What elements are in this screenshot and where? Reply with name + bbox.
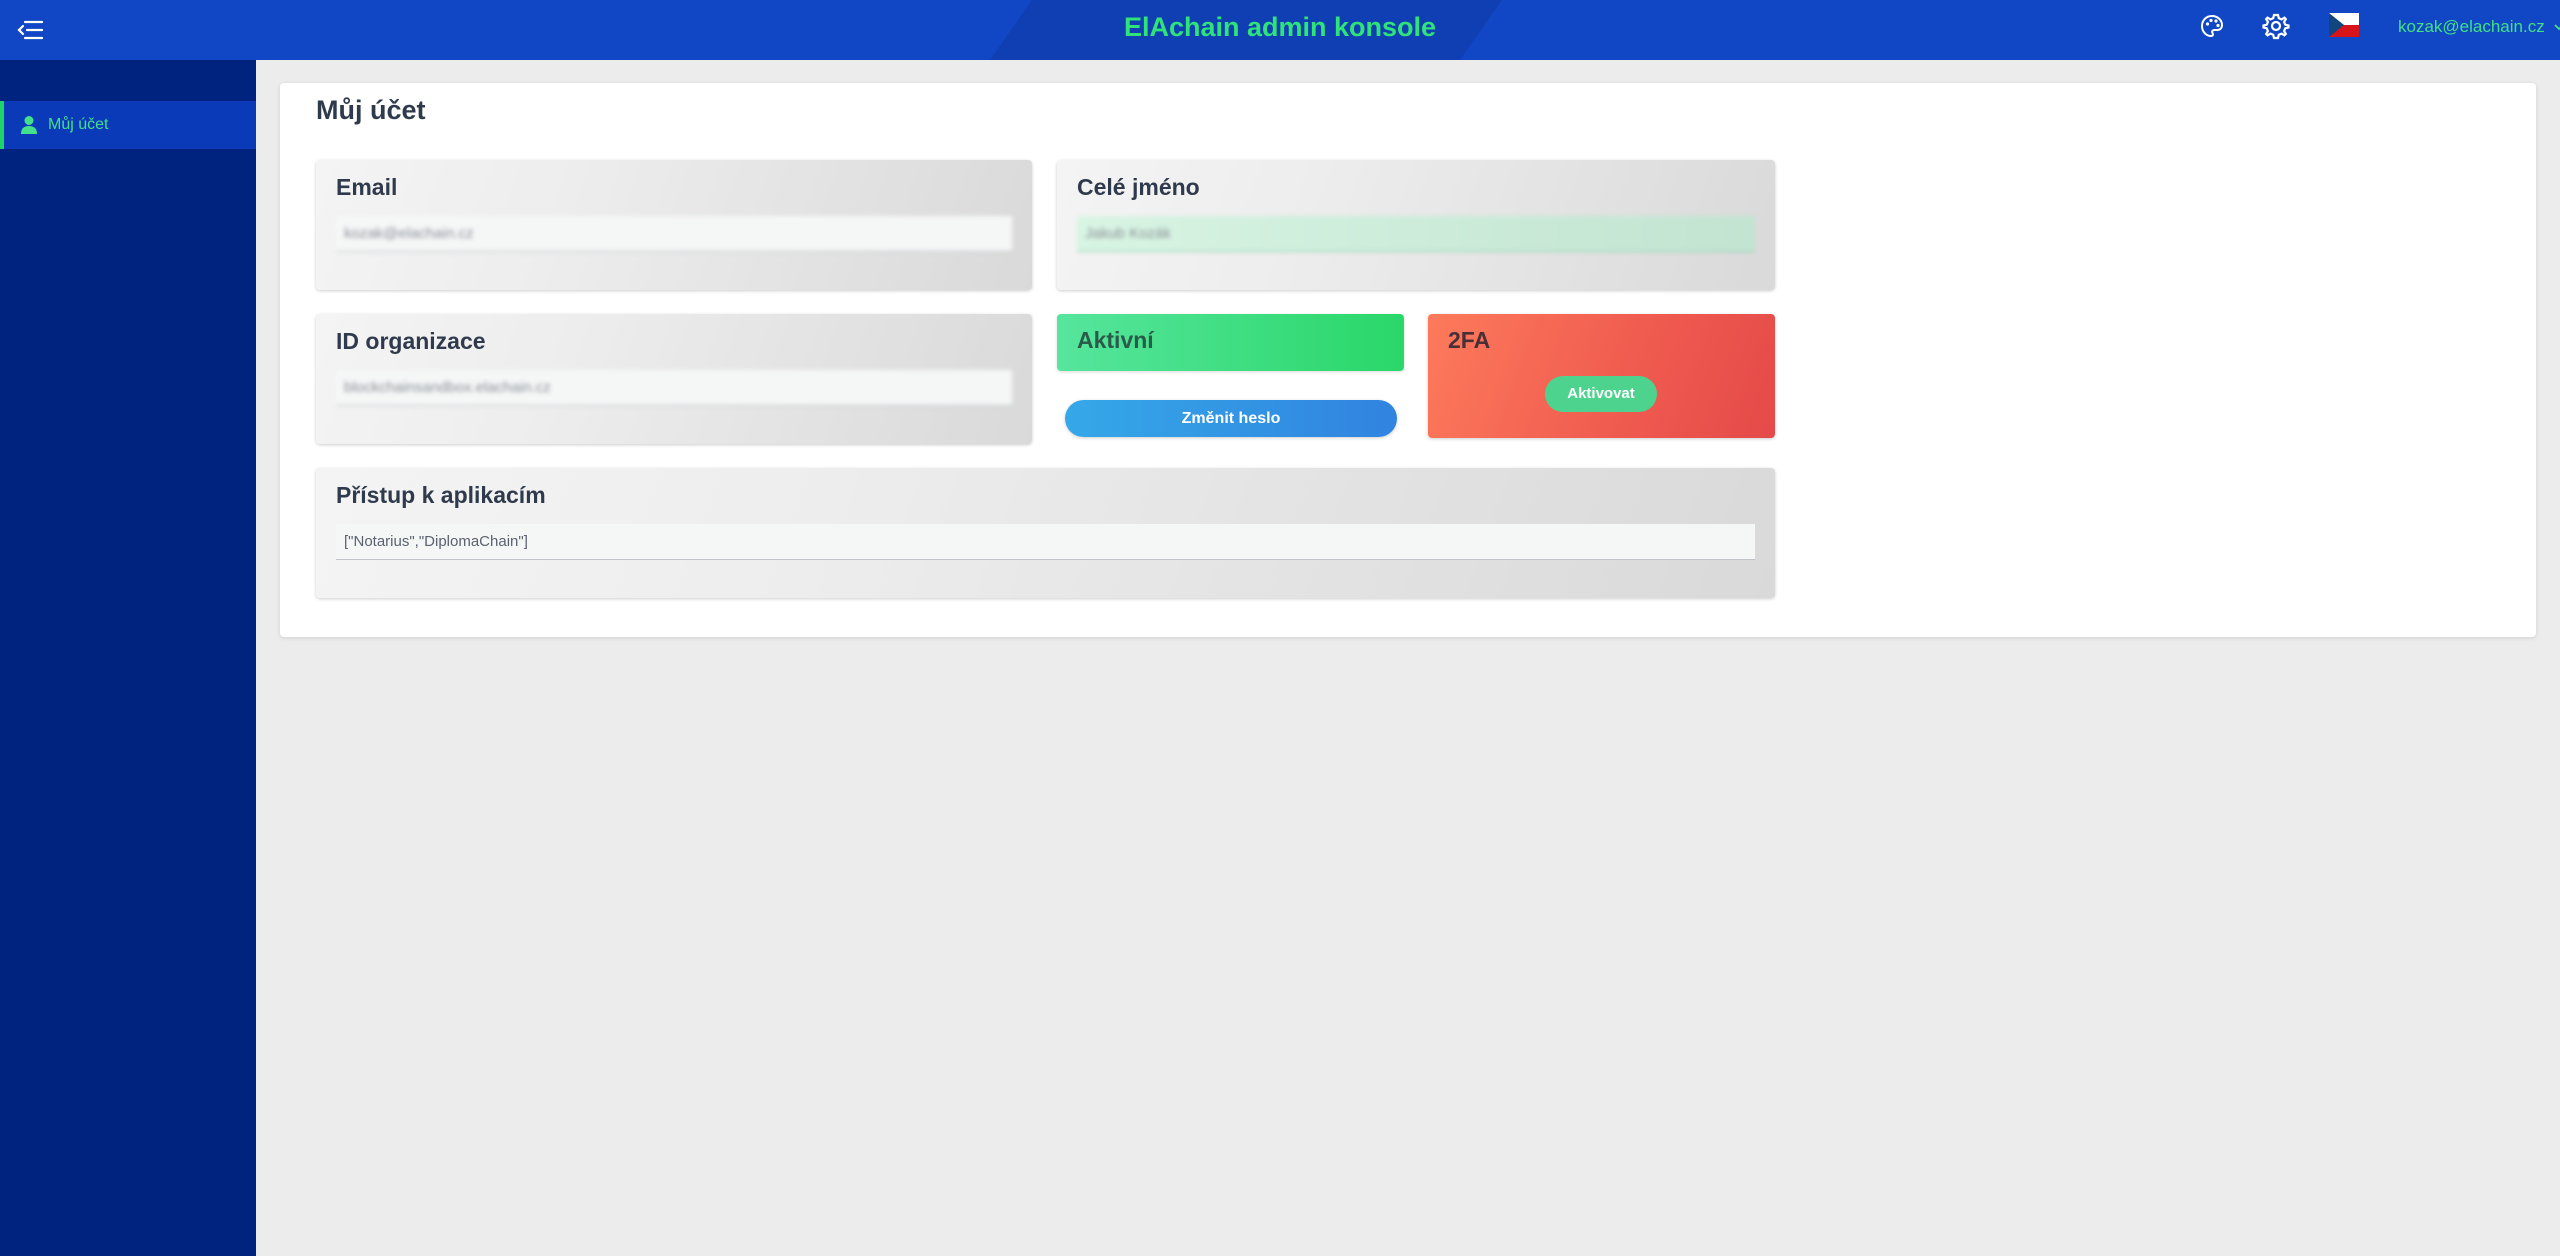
sidebar: Můj účet xyxy=(0,60,256,1256)
activate-2fa-button[interactable]: Aktivovat xyxy=(1545,376,1657,412)
change-password-button[interactable]: Změnit heslo xyxy=(1065,400,1397,437)
org-id-label: ID organizace xyxy=(336,328,486,354)
email-label: Email xyxy=(336,174,398,200)
menu-toggle-icon[interactable] xyxy=(14,13,48,47)
sidebar-item-label: Můj účet xyxy=(48,116,109,133)
full-name-label: Celé jméno xyxy=(1077,174,1200,200)
account-panel: Můj účet Email kozak@elachain.cz Celé jm… xyxy=(280,83,2536,637)
palette-icon[interactable] xyxy=(2197,11,2227,41)
user-email: kozak@elachain.cz xyxy=(2398,17,2545,36)
chevron-down-icon xyxy=(2553,15,2560,41)
header-decoration xyxy=(990,0,1510,60)
email-card: Email kozak@elachain.cz xyxy=(316,160,1032,290)
org-id-field[interactable]: blockchainsandbox.elachain.cz xyxy=(336,370,1012,406)
active-status-label: Aktivní xyxy=(1077,327,1154,353)
app-access-field[interactable]: ["Notarius","DiplomaChain"] xyxy=(336,524,1755,560)
user-icon xyxy=(20,115,38,135)
gear-icon[interactable] xyxy=(2261,11,2291,41)
full-name-field[interactable]: Jakub Kozák xyxy=(1077,216,1755,252)
sidebar-item-my-account[interactable]: Můj účet xyxy=(0,101,256,149)
app-access-card: Přístup k aplikacím ["Notarius","Diploma… xyxy=(316,468,1775,598)
czech-flag-icon[interactable] xyxy=(2329,13,2359,37)
top-bar: ElAchain admin konsole kozak@elachain.cz xyxy=(0,0,2560,60)
active-status-card: Aktivní xyxy=(1057,314,1404,371)
page-title: Můj účet xyxy=(316,95,426,125)
full-name-card: Celé jméno Jakub Kozák xyxy=(1057,160,1775,290)
twofa-label: 2FA xyxy=(1448,327,1491,353)
user-menu[interactable]: kozak@elachain.cz xyxy=(2398,14,2560,40)
org-id-card: ID organizace blockchainsandbox.elachain… xyxy=(316,314,1032,444)
twofa-card: 2FA Aktivovat xyxy=(1428,314,1775,438)
app-access-label: Přístup k aplikacím xyxy=(336,482,546,508)
email-field[interactable]: kozak@elachain.cz xyxy=(336,216,1012,252)
